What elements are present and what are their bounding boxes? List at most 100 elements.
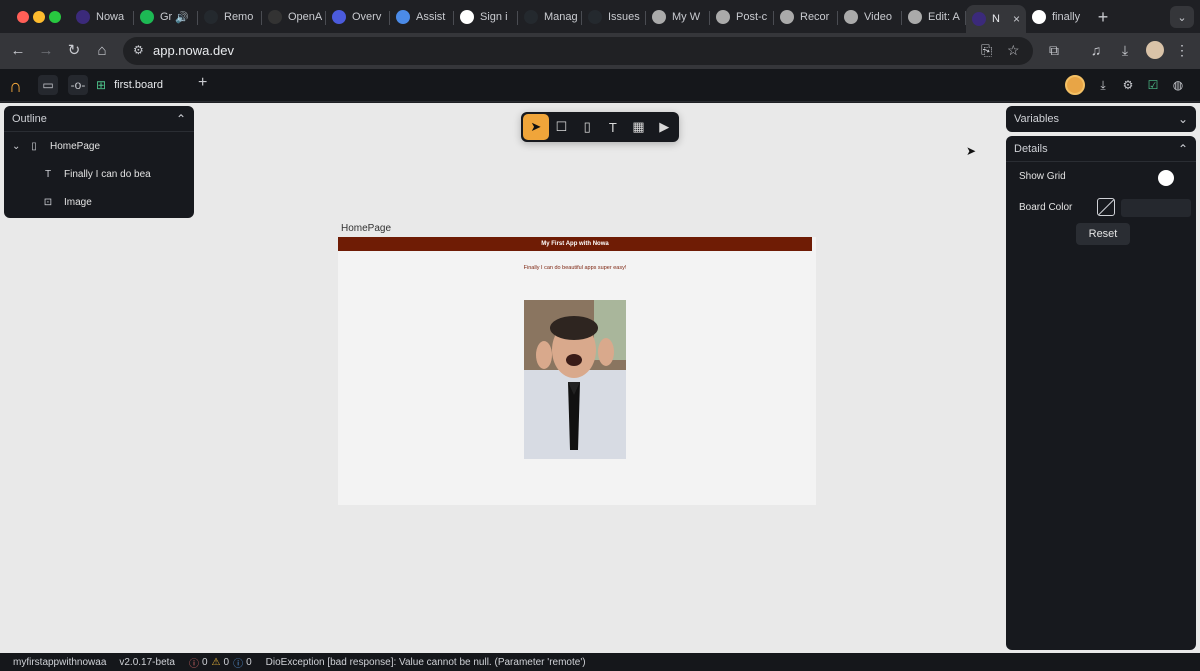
reload-button[interactable]: ↻ [64, 41, 84, 61]
browser-tab[interactable]: Overv [326, 5, 390, 29]
browser-tab[interactable]: Edit: A [902, 5, 966, 29]
warning-icon[interactable]: ⚠ [212, 657, 221, 668]
cloud-icon [780, 10, 794, 24]
board-tab[interactable]: ⊞ first.board [96, 69, 163, 101]
forward-button[interactable]: → [36, 41, 56, 61]
text-icon: T [44, 168, 52, 180]
profile-avatar[interactable] [1146, 41, 1164, 59]
new-tab-button[interactable]: + [1090, 5, 1116, 33]
info-icon[interactable]: ⓘ [233, 655, 243, 670]
minimize-window-button[interactable] [33, 11, 45, 23]
media-control-icon[interactable]: ♫ [1087, 42, 1105, 58]
chevron-down-icon[interactable]: ⌄ [12, 141, 26, 152]
outline-item-image[interactable]: ⊡ Image [4, 188, 194, 216]
browser-tab[interactable]: Recor [774, 5, 838, 29]
components-tool-button[interactable]: ▦ [626, 114, 652, 140]
gear-icon[interactable]: ⚙ [1120, 78, 1136, 92]
maximize-window-button[interactable] [49, 11, 61, 23]
globe-icon[interactable]: ◍ [1170, 78, 1186, 92]
browser-tab[interactable]: My W [646, 5, 710, 29]
browser-tab-label: Edit: A [928, 11, 960, 23]
page-title[interactable]: HomePage [341, 223, 391, 234]
browser-tab[interactable]: Nowa [70, 5, 134, 29]
outline-header[interactable]: Outline ⌃ [4, 106, 194, 132]
image-icon: ⊡ [43, 196, 53, 208]
chevron-down-icon[interactable]: ⌄ [1178, 112, 1188, 126]
page-appbar[interactable]: My First App with Nowa [338, 237, 812, 251]
chevron-up-icon[interactable]: ⌃ [176, 112, 186, 126]
mouse-pointer-icon: ➤ [966, 144, 977, 158]
version-label: v2.0.17-beta [119, 656, 175, 668]
browser-tab-label: Video [864, 11, 892, 23]
extensions-icon[interactable]: ⧉ [1045, 42, 1063, 59]
project-name[interactable]: myfirstappwithnowaa [13, 657, 106, 668]
install-app-icon[interactable]: ⎘ [981, 42, 992, 59]
browser-tab[interactable]: Manag [518, 5, 582, 29]
outline-item-label: HomePage [50, 140, 101, 152]
status-bar: myfirstappwithnowaa v2.0.17-beta ⓘ 0 ⚠ 0… [0, 653, 1200, 671]
bookmark-star-icon[interactable]: ☆ [1007, 42, 1020, 59]
outline-item-text[interactable]: T Finally I can do bea [4, 160, 194, 188]
browser-tab[interactable]: finally [1026, 5, 1090, 29]
back-button[interactable]: ← [8, 41, 28, 61]
close-tab-icon[interactable]: × [1013, 12, 1020, 26]
add-board-button[interactable]: + [198, 74, 207, 92]
browser-tab-label: Overv [352, 11, 382, 23]
address-bar[interactable]: ⚙ app.nowa.dev ⎘ ☆ [123, 37, 1033, 65]
board-color-field[interactable] [1121, 199, 1191, 217]
browser-menu-icon[interactable]: ⋮ [1173, 42, 1191, 59]
rectangle-tool-button[interactable]: ☐ [549, 114, 575, 140]
details-header[interactable]: Details ⌃ [1006, 136, 1196, 162]
variables-header[interactable]: Variables ⌄ [1006, 106, 1196, 132]
folder-icon[interactable]: ▭ [38, 75, 58, 95]
board-canvas[interactable]: Outline ⌃ ⌄ ▯ HomePage T Finally I can d… [0, 103, 1200, 653]
browser-tab[interactable]: Gr 🔊 [134, 5, 198, 29]
text-tool-button[interactable]: T [600, 114, 626, 140]
download-icon[interactable]: ⤓ [1095, 78, 1111, 93]
audio-playing-icon[interactable]: 🔊 [175, 11, 189, 24]
user-avatar[interactable] [1065, 75, 1085, 95]
home-button[interactable]: ⌂ [92, 41, 112, 61]
tool-palette: ➤ ☐ ▯ T ▦ ▶ [521, 112, 679, 142]
phone-frame-tool-button[interactable]: ▯ [574, 114, 600, 140]
board-color-swatch[interactable] [1097, 198, 1115, 216]
page-body-text[interactable]: Finally I can do beautiful apps super ea… [338, 265, 812, 271]
browser-tab[interactable]: Remo [198, 5, 262, 29]
browser-tab-active[interactable]: N × [966, 5, 1026, 33]
page-image[interactable] [524, 300, 626, 459]
browser-tab[interactable]: Sign i [454, 5, 518, 29]
info-count: 0 [246, 656, 252, 668]
board-color-label: Board Color [1019, 202, 1073, 213]
homepage-frame[interactable]: My First App with Nowa Finally I can do … [338, 237, 816, 505]
outline-panel: Outline ⌃ ⌄ ▯ HomePage T Finally I can d… [4, 106, 194, 218]
details-panel: Details ⌃ Show Grid Board Color Reset [1006, 136, 1196, 650]
site-settings-icon[interactable]: ⚙ [133, 43, 144, 57]
reset-button[interactable]: Reset [1076, 223, 1130, 245]
close-window-button[interactable] [17, 11, 29, 23]
error-icon[interactable]: ⓘ [189, 655, 199, 670]
chevron-up-icon[interactable]: ⌃ [1178, 142, 1188, 156]
browser-tab-label: finally [1052, 11, 1081, 23]
browser-tab[interactable]: Video [838, 5, 902, 29]
select-tool-button[interactable]: ➤ [523, 114, 549, 140]
outline-item-homepage[interactable]: ⌄ ▯ HomePage [4, 132, 194, 160]
right-sidebar: Variables ⌄ [1006, 106, 1196, 132]
download-icon[interactable]: ⤓ [1116, 42, 1134, 59]
error-count: 0 [201, 656, 208, 668]
nowa-logo: ∩ [9, 76, 22, 96]
play-button[interactable]: ▶ [651, 114, 677, 140]
tab-search-button[interactable]: ⌄ [1170, 6, 1194, 28]
url-text[interactable]: app.nowa.dev [153, 43, 234, 58]
commit-icon[interactable]: -o- [68, 75, 88, 95]
browser-tab-label: Issues [608, 11, 640, 23]
browser-tab[interactable]: Post-c [710, 5, 774, 29]
show-grid-toggle[interactable] [1158, 170, 1174, 186]
variables-panel[interactable]: Variables ⌄ [1006, 106, 1196, 132]
outline-item-label: Image [64, 196, 92, 208]
browser-tab[interactable]: Assist [390, 5, 454, 29]
outline-title: Outline [12, 112, 47, 125]
browser-tab[interactable]: OpenA [262, 5, 326, 29]
google-icon [1032, 10, 1046, 24]
checklist-icon[interactable]: ☑ [1145, 78, 1161, 92]
browser-tab[interactable]: Issues [582, 5, 646, 29]
